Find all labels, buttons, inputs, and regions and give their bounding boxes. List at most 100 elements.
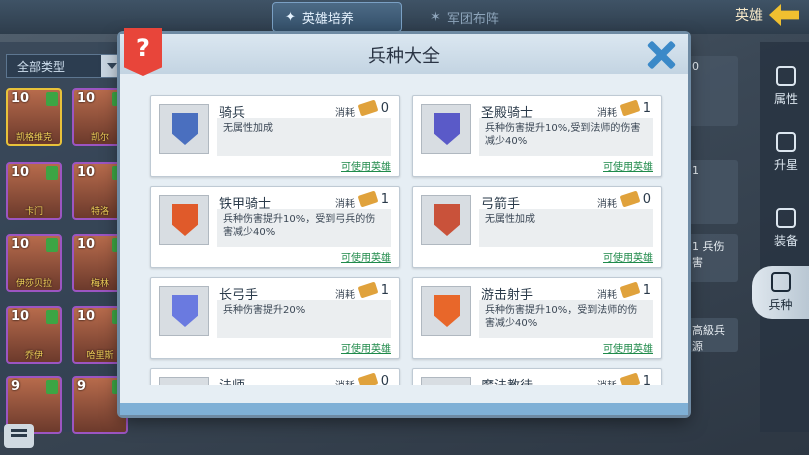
type-filter-value: 全部类型: [17, 60, 66, 74]
cost-value: 1: [380, 192, 389, 207]
unit-card: 长弓手 消耗 1 兵种伤害提升20% 可使用英雄: [150, 277, 400, 359]
nav-equipment-label: 装备: [773, 234, 798, 248]
unit-icon: [159, 195, 209, 245]
cost-label: 消耗: [335, 290, 355, 301]
unit-description: 无属性加成: [479, 209, 653, 247]
back-arrow-icon: [769, 4, 799, 26]
usable-heroes-link[interactable]: 可使用英雄: [341, 158, 391, 173]
cost-label: 消耗: [335, 199, 355, 210]
troops-icon: [770, 272, 791, 292]
back-label: 英雄: [735, 8, 763, 24]
cost-value: 1: [642, 374, 651, 385]
nav-equipment[interactable]: 装备: [766, 208, 806, 249]
cost-value: 0: [380, 374, 389, 385]
cost-value: 1: [642, 283, 651, 298]
unit-name: 魔法教徒: [481, 375, 533, 385]
attributes-icon: [776, 66, 796, 86]
hero-name: 哈里斯: [86, 351, 114, 361]
usable-heroes-link[interactable]: 可使用英雄: [603, 249, 653, 264]
unit-description: 兵种伤害提升10%，受到法师的伤害减少40%: [479, 300, 653, 338]
unit-description: 无属性加成: [217, 118, 391, 156]
chat-button[interactable]: [4, 424, 34, 448]
star-icon: [776, 132, 796, 152]
rank-badge-icon: [46, 380, 58, 394]
hero-name: 凯格维克: [15, 133, 52, 143]
scroll-icon: [357, 281, 379, 299]
side-card: 1: [688, 160, 738, 224]
shield-icon: [172, 113, 198, 145]
unit-description: 兵种伤害提升10%,受到法师的伤害减少40%: [479, 118, 653, 156]
hero-name: 凯尔: [90, 133, 109, 143]
unit-icon: [159, 104, 209, 154]
cost-value: 1: [380, 283, 389, 298]
tab-hero-training[interactable]: ✦ 英雄培养: [272, 2, 402, 32]
dialog-title: 兵种大全: [368, 46, 440, 67]
nav-star-up[interactable]: 升星: [766, 132, 806, 173]
hero-portrait[interactable]: 10 卡门: [6, 162, 62, 220]
tab-army-formation[interactable]: ✶ 军团布阵: [418, 2, 511, 32]
scroll-icon: [619, 281, 641, 299]
hero-portrait[interactable]: 10 伊莎贝拉: [6, 234, 62, 292]
rank-badge-icon: [46, 92, 58, 106]
unit-icon: [421, 377, 471, 385]
side-card: 0: [688, 56, 738, 126]
cost-label: 消耗: [597, 377, 617, 385]
cost-value: 1: [642, 101, 651, 116]
shield-icon: [172, 295, 198, 327]
usable-heroes-link[interactable]: 可使用英雄: [341, 249, 391, 264]
scroll-icon: [619, 372, 641, 385]
cost-value: 0: [642, 192, 651, 207]
usable-heroes-link[interactable]: 可使用英雄: [603, 340, 653, 355]
unit-card: 骑兵 消耗 0 无属性加成 可使用英雄: [150, 95, 400, 177]
unit-list[interactable]: 骑兵 消耗 0 无属性加成 可使用英雄 圣殿骑士 消耗 1 兵种伤害提升10%,受到法师的伤害减…: [138, 90, 670, 385]
hero-name: 乔伊: [24, 351, 43, 361]
nav-attributes[interactable]: 属性: [766, 66, 806, 107]
nav-troops-label: 兵种: [768, 298, 793, 312]
hero-level: 10: [77, 309, 96, 324]
scroll-icon: [357, 99, 379, 117]
hero-training-icon: ✦: [285, 9, 296, 25]
help-button[interactable]: ?: [124, 28, 162, 76]
shield-icon: [172, 204, 198, 236]
rank-badge-icon: [46, 310, 58, 324]
scroll-icon: [357, 190, 379, 208]
unit-icon: [421, 195, 471, 245]
usable-heroes-link[interactable]: 可使用英雄: [341, 340, 391, 355]
unit-card: 铁甲骑士 消耗 1 兵种伤害提升10%，受到弓兵的伤害减少40% 可使用英雄: [150, 186, 400, 268]
unit-card: 法师消耗0可使用英雄: [150, 368, 400, 385]
unit-description: 兵种伤害提升20%: [217, 300, 391, 338]
side-card: 高級兵源: [688, 318, 738, 353]
hero-level: 10: [11, 91, 30, 106]
shield-icon: [434, 204, 460, 236]
help-icon: ?: [136, 34, 150, 62]
cost-label: 消耗: [597, 108, 617, 119]
dialog-footer: [120, 403, 688, 415]
formation-icon: ✶: [430, 9, 441, 25]
usable-heroes-link[interactable]: 可使用英雄: [603, 158, 653, 173]
nav-attributes-label: 属性: [773, 92, 798, 106]
unit-card: 游击射手 消耗 1 兵种伤害提升10%，受到法师的伤害减少40% 可使用英雄: [412, 277, 662, 359]
hero-level: 10: [77, 91, 96, 106]
hero-level: 10: [11, 309, 30, 324]
back-button[interactable]: 英雄: [735, 4, 799, 26]
rank-badge-icon: [46, 166, 58, 180]
side-card-value: 1: [692, 164, 699, 177]
type-filter-select[interactable]: 全部类型: [6, 54, 124, 78]
scroll-icon: [357, 372, 379, 385]
cost-label: 消耗: [597, 290, 617, 301]
hero-portrait[interactable]: 10 乔伊: [6, 306, 62, 364]
close-icon[interactable]: [646, 40, 676, 70]
shield-icon: [434, 295, 460, 327]
hero-portrait[interactable]: 10 凯格维克: [6, 88, 62, 146]
hero-level: 10: [77, 165, 96, 180]
scroll-icon: [619, 190, 641, 208]
unit-icon: [421, 104, 471, 154]
rank-badge-icon: [46, 238, 58, 252]
side-card: 1 兵伤害: [688, 234, 738, 282]
hero-name: 卡门: [24, 207, 43, 217]
top-bar: ✦ 英雄培养 ✶ 军团布阵 英雄: [0, 0, 809, 34]
nav-troops[interactable]: 兵种: [752, 266, 809, 319]
hero-name: 特洛: [90, 207, 109, 217]
cost-label: 消耗: [597, 199, 617, 210]
cost-label: 消耗: [335, 377, 355, 385]
